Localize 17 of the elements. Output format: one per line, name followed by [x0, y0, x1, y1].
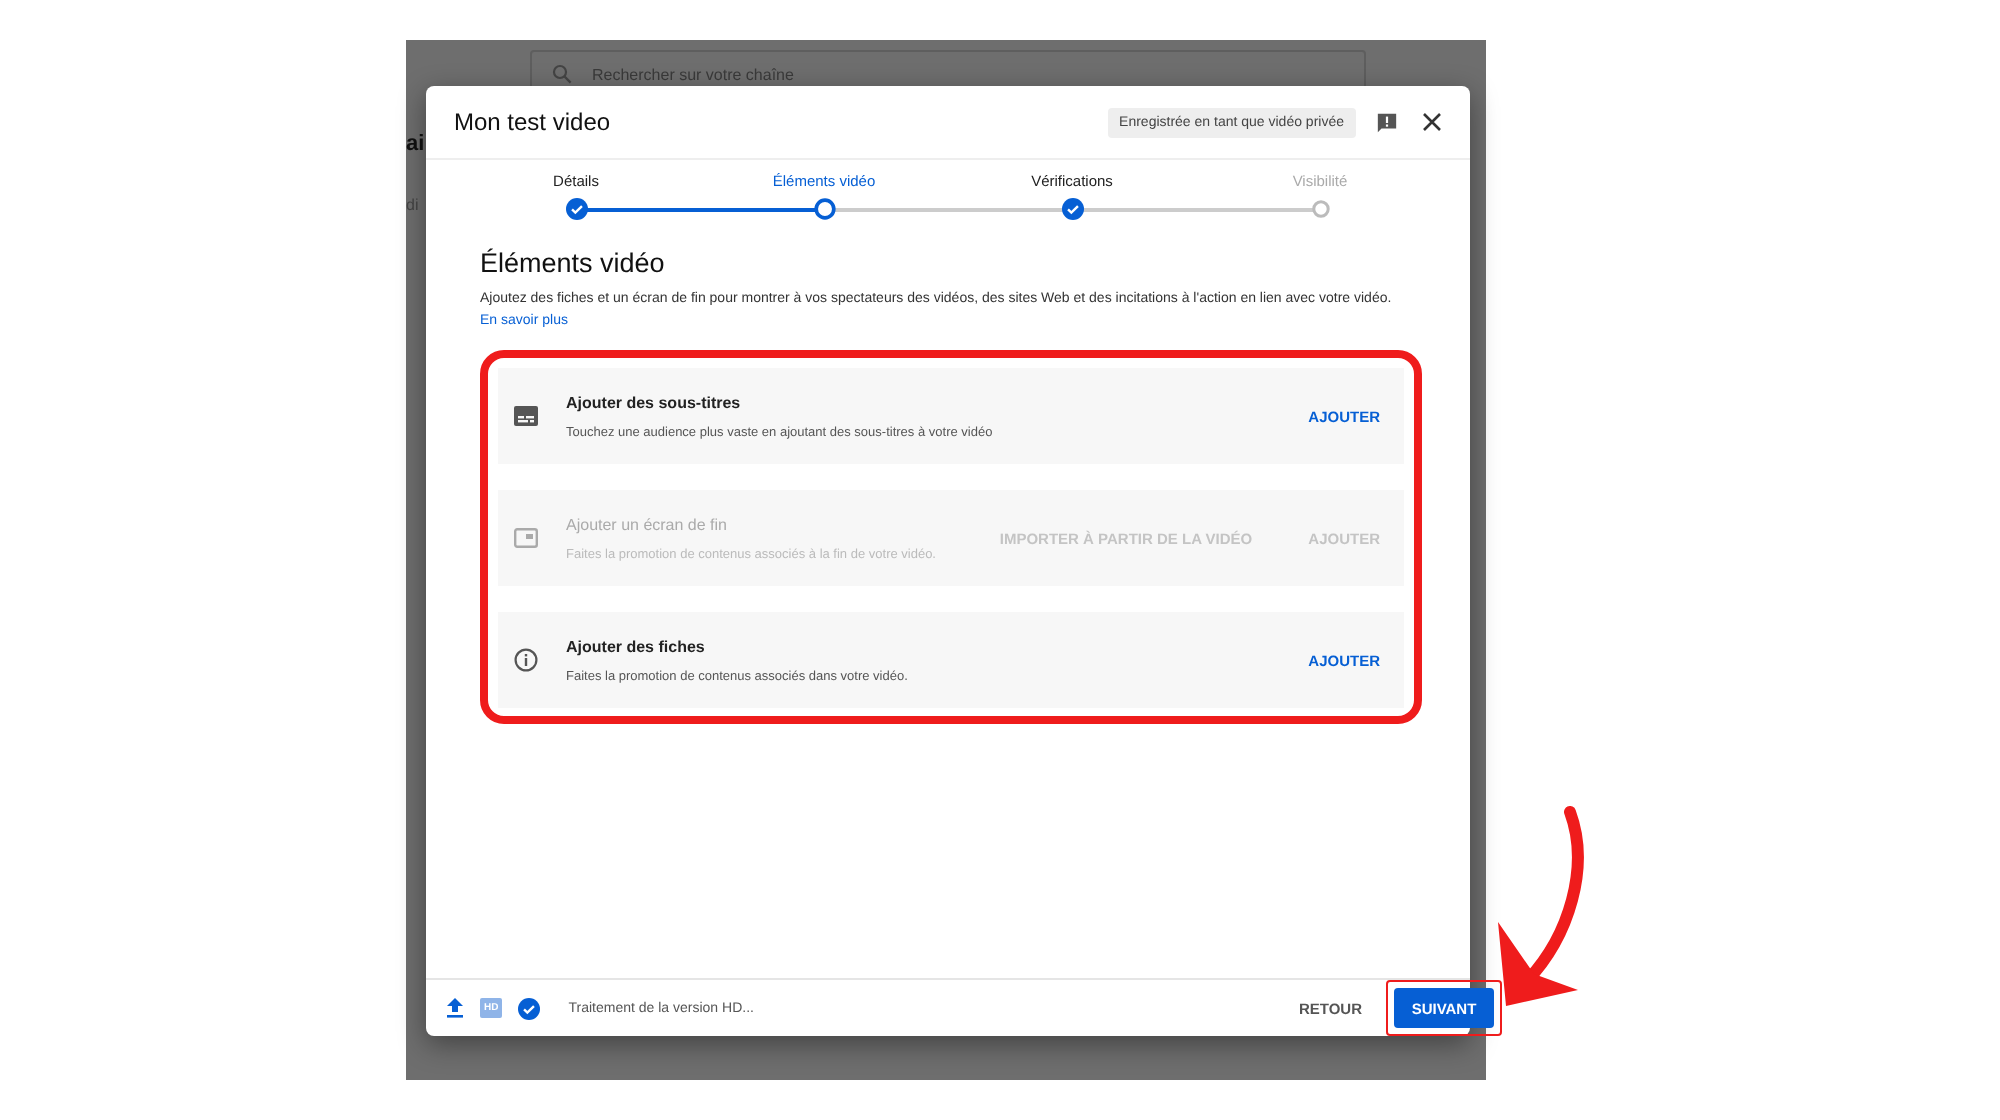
section-heading: Éléments vidéo — [480, 248, 667, 278]
step-ring-icon — [1311, 200, 1329, 218]
subtitles-icon — [514, 406, 538, 426]
option-title: Ajouter un écran de fin — [566, 515, 729, 533]
close-button[interactable] — [1418, 108, 1446, 136]
search-icon — [552, 64, 572, 84]
option-title: Ajouter des fiches — [566, 637, 707, 655]
upload-icon — [446, 998, 464, 1018]
background-text: ai — [406, 132, 425, 156]
check-circle-icon — [518, 997, 541, 1019]
info-icon — [514, 648, 538, 672]
screen-icon — [514, 528, 538, 548]
dialog-title: Mon test video — [454, 108, 613, 136]
option-title: Ajouter des sous-titres — [566, 393, 743, 411]
check-circle-icon — [1061, 198, 1083, 220]
feedback-icon — [1376, 111, 1398, 133]
close-icon — [1422, 112, 1442, 132]
